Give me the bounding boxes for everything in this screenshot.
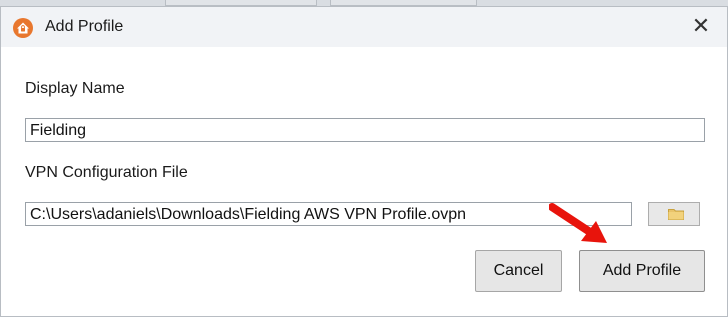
cancel-button[interactable]: Cancel [475,250,562,292]
close-icon[interactable]: ✕ [689,13,713,41]
folder-icon [668,209,684,220]
title-bar: Add Profile ✕ [1,7,727,47]
home-lock-icon [13,18,33,38]
add-profile-dialog: Add Profile ✕ Display Name Fielding VPN … [0,6,728,317]
display-name-input[interactable]: Fielding [25,118,705,142]
dialog-title: Add Profile [45,18,124,35]
vpn-file-input[interactable]: C:\Users\adaniels\Downloads\Fielding AWS… [25,202,632,226]
browse-button[interactable] [648,202,700,226]
display-name-label: Display Name [25,80,125,97]
add-profile-button[interactable]: Add Profile [579,250,705,292]
vpn-file-label: VPN Configuration File [25,164,188,181]
annotation-arrow-icon [549,203,607,243]
